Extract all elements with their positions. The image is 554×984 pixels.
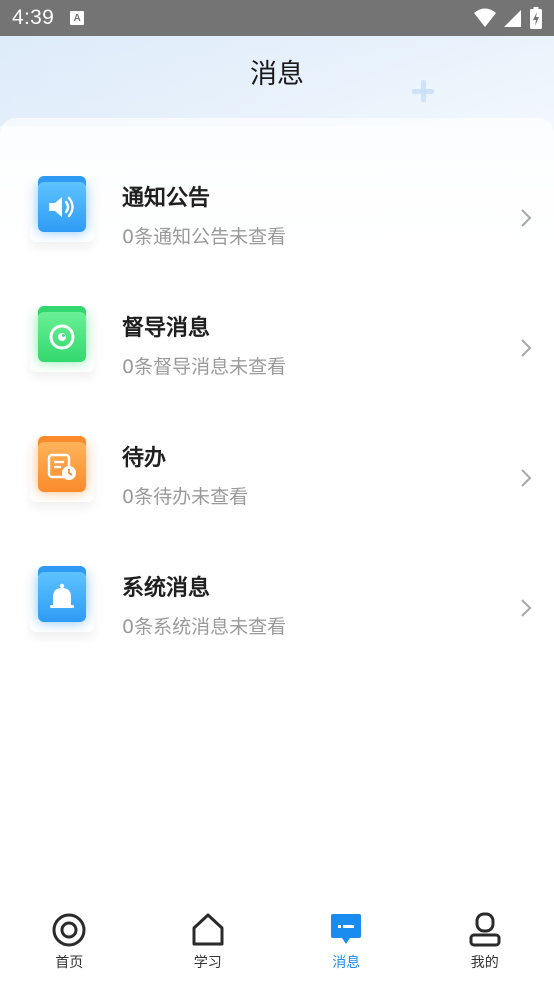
house-icon: [192, 913, 224, 946]
bottom-nav: 首页 学习 消息 我的: [0, 898, 554, 984]
message-item-subtitle: 0条督导消息未查看: [122, 356, 287, 378]
message-item-notice[interactable]: 通知公告 0条通知公告未查看: [0, 176, 554, 286]
profile-icon: [469, 912, 501, 947]
nav-label: 首页: [55, 955, 84, 971]
message-item-title: 通知公告: [122, 186, 211, 211]
message-item-supervision[interactable]: 督导消息 0条督导消息未查看: [0, 306, 554, 416]
home-target-icon: [52, 913, 86, 947]
wifi-icon: [474, 8, 496, 27]
eye-target-icon: [38, 312, 86, 362]
nav-item-mine[interactable]: 我的: [416, 898, 554, 984]
chevron-right-icon: [521, 599, 532, 617]
nav-label: 消息: [332, 955, 361, 971]
nav-label: 我的: [470, 955, 499, 971]
message-item-title: 待办: [122, 446, 167, 471]
notification-icon: A: [70, 11, 85, 25]
todo-icon-tile: [30, 436, 94, 502]
message-item-subtitle: 0条通知公告未查看: [122, 226, 287, 248]
message-icon: [331, 914, 362, 944]
battery-icon: [530, 7, 542, 29]
message-item-subtitle: 0条系统消息未查看: [122, 616, 287, 638]
chevron-right-icon: [521, 469, 532, 487]
message-item-todo[interactable]: 待办 0条待办未查看: [0, 436, 554, 546]
supervision-icon-tile: [30, 306, 94, 372]
message-item-subtitle: 0条待办未查看: [122, 486, 249, 508]
message-list: 通知公告 0条通知公告未查看 督导消息 0条督导消息未查看 待办 0条待办未查看…: [0, 118, 554, 678]
message-item-system[interactable]: 系统消息 0条系统消息未查看: [0, 566, 554, 676]
message-item-title: 督导消息: [122, 316, 211, 341]
nav-item-messages[interactable]: 消息: [277, 898, 416, 984]
speaker-icon: [38, 182, 86, 232]
status-bar: 4:39 A: [0, 0, 554, 36]
nav-item-study[interactable]: 学习: [139, 898, 278, 984]
message-item-title: 系统消息: [122, 576, 211, 601]
page-title: 消息: [250, 59, 304, 90]
nav-item-home[interactable]: 首页: [0, 898, 139, 984]
todo-clock-icon: [38, 442, 86, 492]
nav-label: 学习: [193, 955, 222, 971]
system-icon-tile: [30, 566, 94, 632]
signal-icon: [504, 10, 521, 27]
chevron-right-icon: [521, 339, 532, 357]
bell-icon: [38, 572, 86, 622]
status-time: 4:39: [12, 6, 55, 29]
status-indicators: [474, 7, 542, 29]
chevron-right-icon: [521, 209, 532, 227]
notice-icon-tile: [30, 176, 94, 242]
